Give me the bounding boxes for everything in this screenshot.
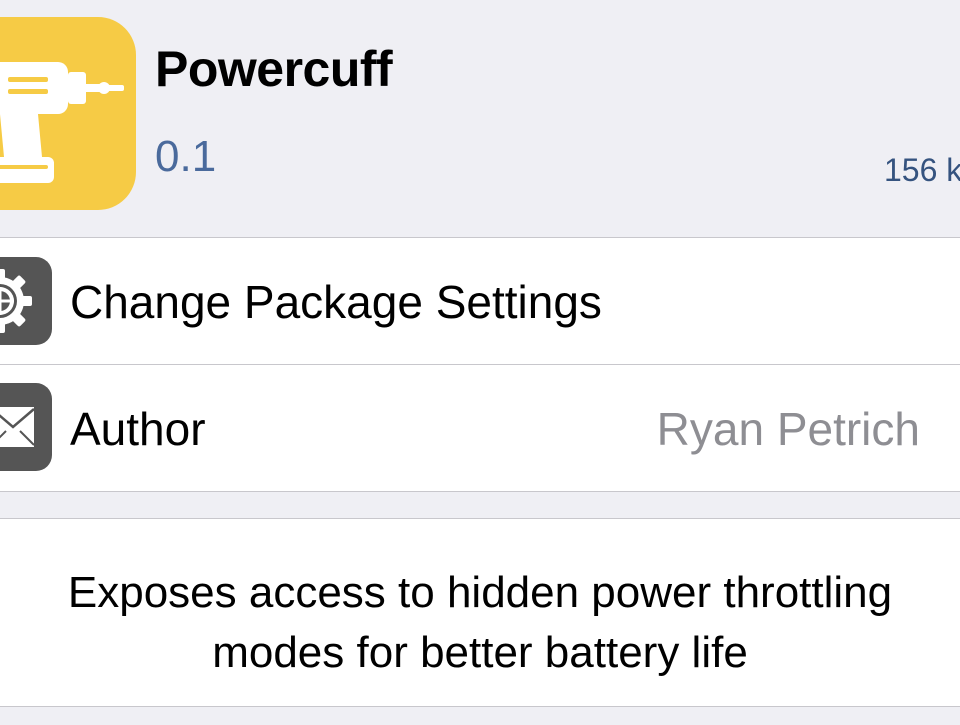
package-name: Powercuff xyxy=(155,41,393,97)
package-description: Exposes access to hidden power throttlin… xyxy=(67,568,893,677)
package-actions-group: Change Package Settings Author Ryan Petr… xyxy=(0,237,960,492)
row-label: Change Package Settings xyxy=(70,276,602,328)
author-name: Ryan Petrich xyxy=(656,403,920,455)
row-label: Author xyxy=(70,403,206,455)
row-change-package-settings[interactable]: Change Package Settings xyxy=(0,238,960,365)
package-version: 0.1 xyxy=(155,132,217,181)
envelope-icon xyxy=(0,383,52,471)
package-detail-screen: Powercuff 0.1 156 k Change Package Setti… xyxy=(0,0,960,725)
package-size: 156 k xyxy=(884,152,960,188)
row-author[interactable]: Author Ryan Petrich xyxy=(0,365,960,492)
description-top-border xyxy=(0,518,960,519)
package-header: Powercuff 0.1 156 k xyxy=(0,0,960,237)
gear-icon xyxy=(0,257,52,345)
drill-icon xyxy=(0,17,136,210)
description-bottom-border xyxy=(0,706,960,707)
group-bottom-border xyxy=(0,491,960,492)
description-section: Exposes access to hidden power throttlin… xyxy=(0,518,960,707)
